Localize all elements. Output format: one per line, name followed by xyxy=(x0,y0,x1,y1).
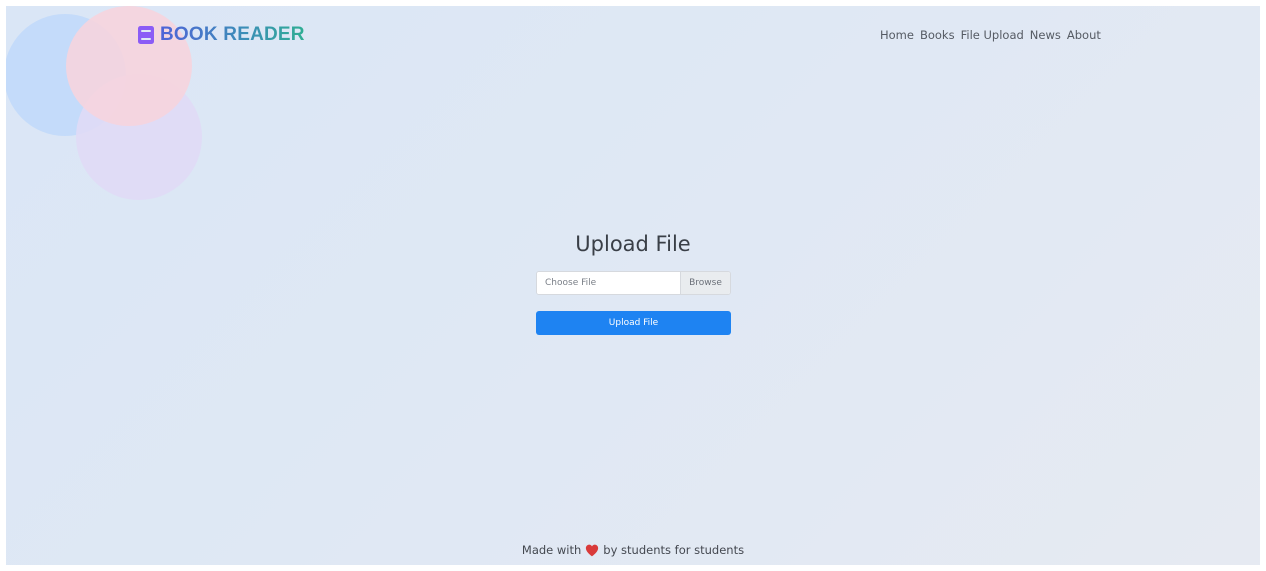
file-input[interactable]: Choose File xyxy=(537,272,680,294)
nav-item-file-upload[interactable]: File Upload xyxy=(961,28,1024,42)
book-icon xyxy=(138,26,154,44)
file-picker: Choose File Browse xyxy=(536,271,731,295)
brand-name: BOOK READER xyxy=(160,24,305,45)
page-background: BOOK READER Home Books File Upload News … xyxy=(6,6,1260,565)
brand-logo[interactable]: BOOK READER xyxy=(138,24,305,46)
main-nav: Home Books File Upload News About xyxy=(880,28,1101,42)
browse-button[interactable]: Browse xyxy=(680,272,730,294)
nav-item-news[interactable]: News xyxy=(1030,28,1061,42)
footer-prefix: Made with xyxy=(521,543,582,557)
nav-item-about[interactable]: About xyxy=(1067,28,1101,42)
footer: Made with by students for students xyxy=(6,543,1260,557)
footer-suffix: by students for students xyxy=(603,543,745,557)
page-title: Upload File xyxy=(575,232,691,256)
upload-file-button[interactable]: Upload File xyxy=(536,311,731,335)
nav-item-books[interactable]: Books xyxy=(920,28,955,42)
nav-item-home[interactable]: Home xyxy=(880,28,914,42)
heart-icon xyxy=(586,544,599,556)
